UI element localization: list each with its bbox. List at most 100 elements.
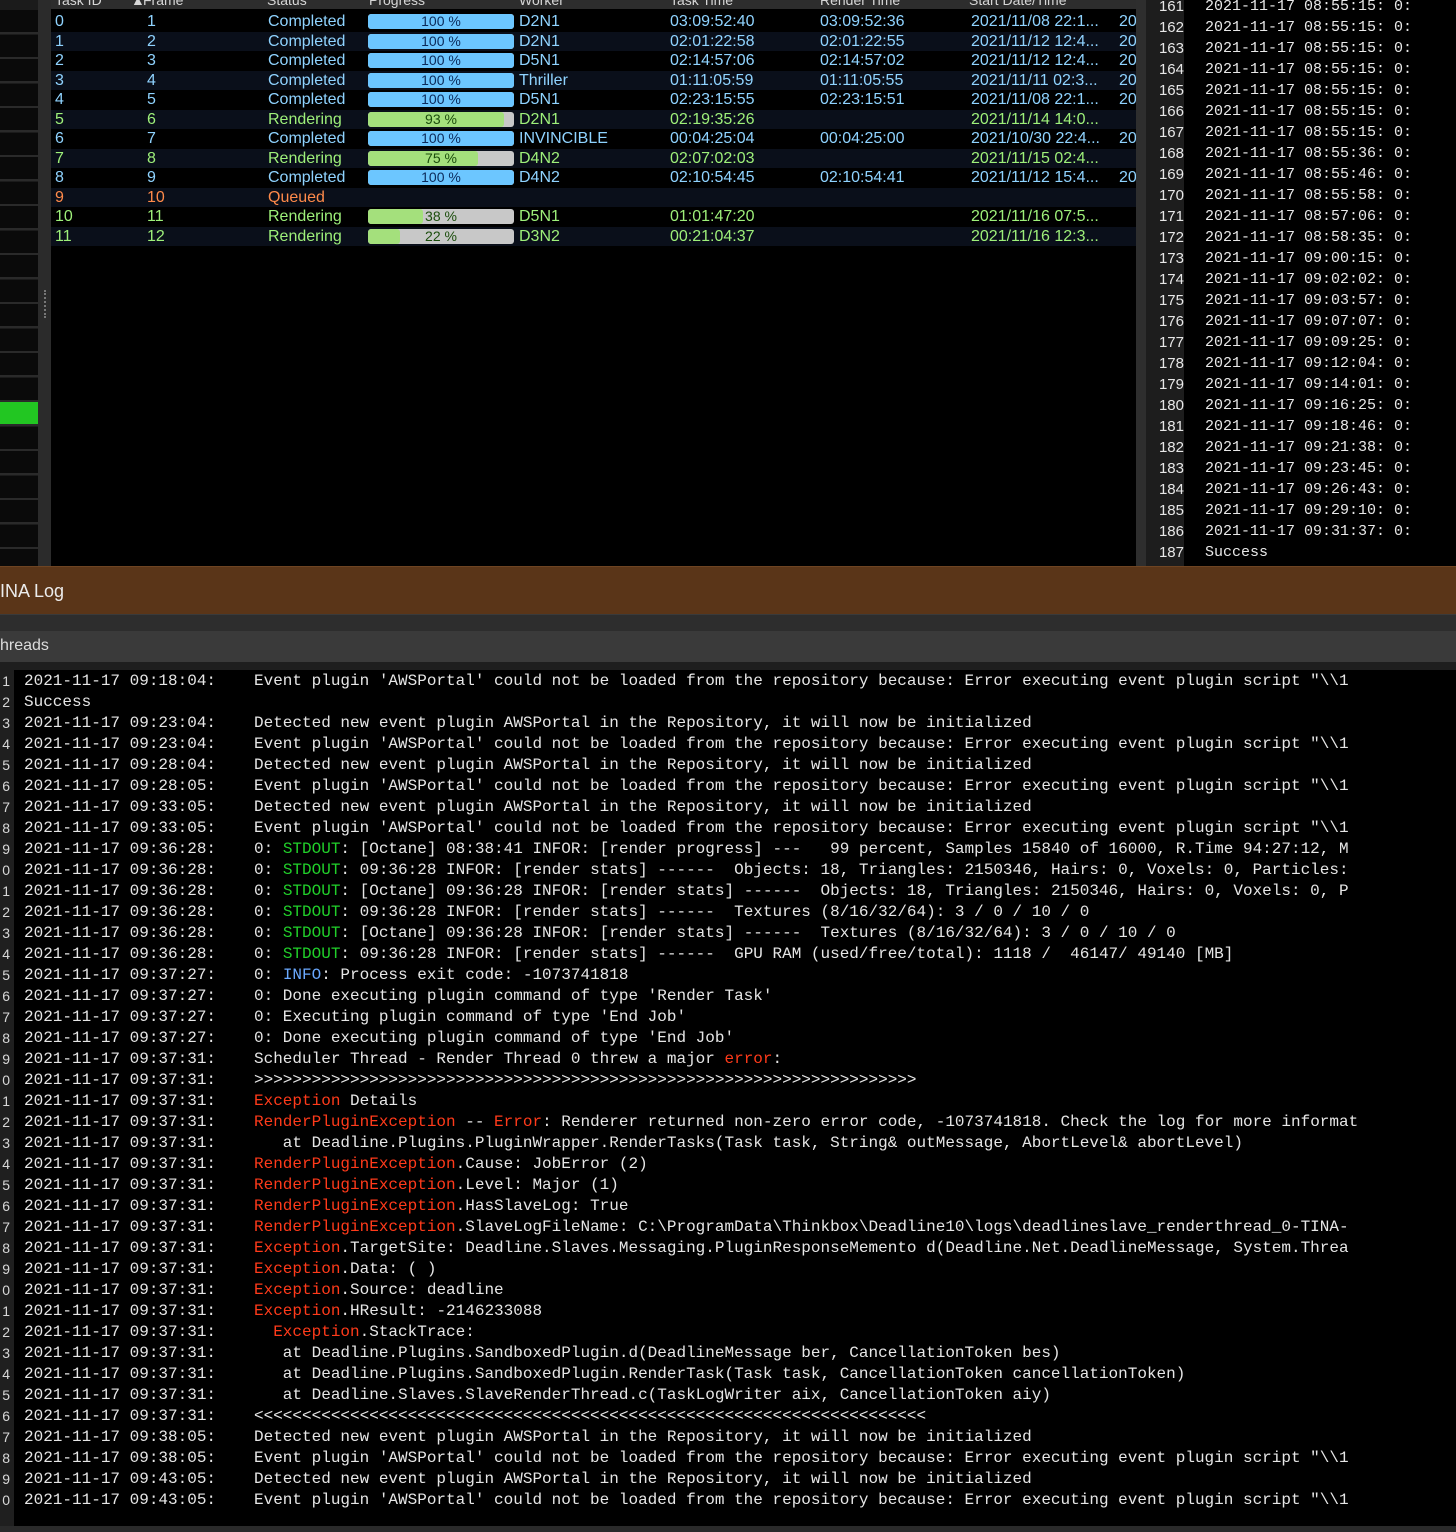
cell-start: 2021/11/15 02:4...: [971, 149, 1099, 167]
line-number: 5: [2, 1177, 10, 1193]
log-timestamp: 2021-11-17 09:37:31:: [24, 1323, 217, 1341]
col-header-frame[interactable]: Frame: [143, 0, 183, 8]
col-header-render-time[interactable]: Render Time: [820, 0, 900, 8]
cell-frame: 11: [147, 208, 164, 225]
col-header-progress[interactable]: Progress: [369, 0, 425, 8]
task-row[interactable]: 4 5 Completed D5N1 02:23:15:55 02:23:15:51 202…: [51, 90, 1136, 110]
col-header-task-time[interactable]: Task Time: [670, 0, 733, 8]
right-log-line: 185 2021-11-17 09:29:10: 0:: [1136, 500, 1456, 521]
log-line: 8 2021-11-17 09:33:05: Event plugin 'AWSPo…: [0, 818, 1456, 839]
line-number: 3: [2, 1135, 10, 1151]
progress-bar: 100 %: [368, 170, 514, 185]
log-timestamp: 2021-11-17 09:37:31:: [24, 1260, 217, 1278]
log-line: 3 2021-11-17 09:37:31: at Deadline.Plugin…: [0, 1133, 1456, 1154]
log-line: 3 2021-11-17 09:36:28: 0: STDOUT: [Octane]…: [0, 923, 1456, 944]
log-keyword-red: RenderPluginException: [254, 1155, 456, 1173]
log-line: 0 2021-11-17 09:37:31: Exception.Source: d…: [0, 1280, 1456, 1301]
line-text: 2021-11-17 08:55:15: 0:: [1205, 19, 1413, 36]
col-header-status[interactable]: Status: [267, 0, 307, 8]
log-timestamp: 2021-11-17 09:37:27:: [24, 1008, 217, 1026]
log-line: 7 2021-11-17 09:33:05: Detected new event …: [0, 797, 1456, 818]
log-message: RenderPluginException.HasSlaveLog: True: [254, 1196, 628, 1217]
line-text: 2021-11-17 08:55:15: 0:: [1205, 82, 1413, 99]
log-timestamp: 2021-11-17 09:38:05:: [24, 1428, 217, 1446]
cell-start: 2021/11/12 15:4...: [971, 169, 1099, 186]
cell-id: 3: [55, 71, 64, 89]
line-text: Success: [1205, 544, 1269, 561]
task-row[interactable]: 5 6 Rendering D2N1 02:19:35:26 2021/11/14 14:…: [51, 109, 1136, 129]
log-text: Detected new event plugin AWSPortal in t…: [254, 756, 1032, 774]
strip-cell: [0, 377, 38, 402]
log-line: 5 2021-11-17 09:28:04: Detected new event …: [0, 755, 1456, 776]
strip-cell: [0, 255, 38, 279]
log-message: Exception.Data: ( ): [254, 1259, 436, 1280]
strip-cell: [0, 451, 38, 475]
progress-bar: 100 %: [368, 33, 514, 49]
log-line: 9 2021-11-17 09:37:31: Scheduler Thread - …: [0, 1049, 1456, 1070]
line-number: 166: [1158, 103, 1184, 120]
cell-id: 8: [55, 169, 64, 186]
line-number: 5: [2, 1387, 10, 1403]
col-header-start-datetime[interactable]: Start Date/Time: [969, 0, 1067, 8]
progress-bar: 100 %: [368, 92, 514, 107]
log-line: 4 2021-11-17 09:37:31: at Deadline.Plugin…: [0, 1364, 1456, 1385]
line-number: 2: [2, 1114, 10, 1130]
cell-task-time: 02:23:15:55: [670, 91, 755, 108]
log-message: Event plugin 'AWSPortal' could not be lo…: [254, 818, 1349, 839]
right-log-line: 162 2021-11-17 08:55:15: 0:: [1136, 17, 1456, 38]
task-row[interactable]: 10 11 Rendering D5N1 01:01:47:20 2021/11/16 0…: [51, 207, 1136, 227]
log-text: Event plugin 'AWSPortal' could not be lo…: [254, 672, 1349, 690]
log-text: .HResult: -2146233088: [340, 1302, 543, 1320]
task-row[interactable]: 3 4 Completed Thriller 01:11:05:59 01:11:05:5…: [51, 70, 1136, 90]
task-row[interactable]: 7 8 Rendering D4N2 02:07:02:03 2021/11/15 02:…: [51, 148, 1136, 168]
progress-bar: 100 %: [368, 53, 514, 68]
line-number: 7: [2, 1219, 10, 1235]
horizontal-scrollbar[interactable]: [0, 1526, 1456, 1532]
task-row[interactable]: 6 7 Completed INVINCIBLE 00:04:25:04 00:04:25…: [51, 129, 1136, 149]
line-number: 1: [2, 1303, 10, 1319]
log-message: at Deadline.Plugins.PluginWrapper.Render…: [254, 1133, 1243, 1154]
task-row[interactable]: 2 3 Completed D5N1 02:14:57:06 02:14:57:02 202…: [51, 51, 1136, 71]
right-log-pane: 161 2021-11-17 08:55:15: 0: 162 2021-11-17 …: [1136, 0, 1456, 566]
col-header-task-id[interactable]: Task ID: [55, 0, 102, 8]
strip-cell: [0, 279, 38, 304]
line-text: 2021-11-17 09:03:57: 0:: [1205, 292, 1413, 309]
cell-status: Completed: [268, 71, 346, 89]
cell-worker: D3N2: [519, 227, 560, 245]
log-timestamp: 2021-11-17 09:36:28:: [24, 903, 217, 921]
strip-cell: [0, 59, 38, 83]
log-keyword-green: STDOUT: [282, 840, 341, 858]
log-text: Event plugin 'AWSPortal' could not be lo…: [254, 1491, 1349, 1509]
log-keyword-red: Error: [494, 1113, 543, 1131]
task-row[interactable]: 1 2 Completed D2N1 02:01:22:58 02:01:22:55 202…: [51, 31, 1136, 51]
progress-bar: 75 %: [368, 150, 514, 166]
line-text: 2021-11-17 09:00:15: 0:: [1205, 250, 1413, 267]
log-line: 2 Success: [0, 692, 1456, 713]
log-message: Exception.StackTrace:: [254, 1322, 475, 1343]
task-row[interactable]: 8 9 Completed D4N2 02:10:54:45 02:10:54:41 202…: [51, 168, 1136, 188]
log-message: at Deadline.Plugins.SandboxedPlugin.Rend…: [254, 1364, 1186, 1385]
progress-bar: 100 %: [368, 14, 514, 29]
task-row[interactable]: 0 1 Completed D2N1 03:09:52:40 03:09:52:36 202…: [51, 12, 1136, 32]
strip-cell: [0, 328, 38, 353]
cell-id: 11: [55, 227, 72, 245]
splitter-grip-icon[interactable]: [44, 290, 48, 318]
right-log-line: 177 2021-11-17 09:09:25: 0:: [1136, 332, 1456, 353]
line-number: 186: [1158, 523, 1184, 540]
line-text: 2021-11-17 09:12:04: 0:: [1205, 355, 1413, 372]
log-text: .Data: ( ): [340, 1260, 437, 1278]
log-text: :: [772, 1050, 783, 1068]
log-message: Exception.HResult: -2146233088: [254, 1301, 542, 1322]
cell-frame: 1: [147, 13, 156, 30]
left-splitter[interactable]: [38, 0, 52, 566]
task-row[interactable]: 11 12 Rendering D3N2 00:21:04:37 2021/11/16 1…: [51, 226, 1136, 246]
task-row[interactable]: 9 10 Queued: [51, 187, 1136, 207]
bottom-log-view[interactable]: 1 2021-11-17 09:18:04: Event plugin 'AWSPo…: [0, 670, 1456, 1532]
log-timestamp: 2021-11-17 09:36:28:: [24, 840, 217, 858]
col-header-worker[interactable]: Worker: [519, 0, 564, 8]
log-line: 0 2021-11-17 09:43:05: Event plugin 'AWSPo…: [0, 1490, 1456, 1511]
threads-tab[interactable]: [0, 631, 1456, 663]
line-text: 2021-11-17 09:26:43: 0:: [1205, 481, 1413, 498]
log-message: 0: STDOUT: 09:36:28 INFOR: [render stats…: [254, 860, 1349, 881]
log-message: 0: INFO: Process exit code: -1073741818: [254, 965, 628, 986]
